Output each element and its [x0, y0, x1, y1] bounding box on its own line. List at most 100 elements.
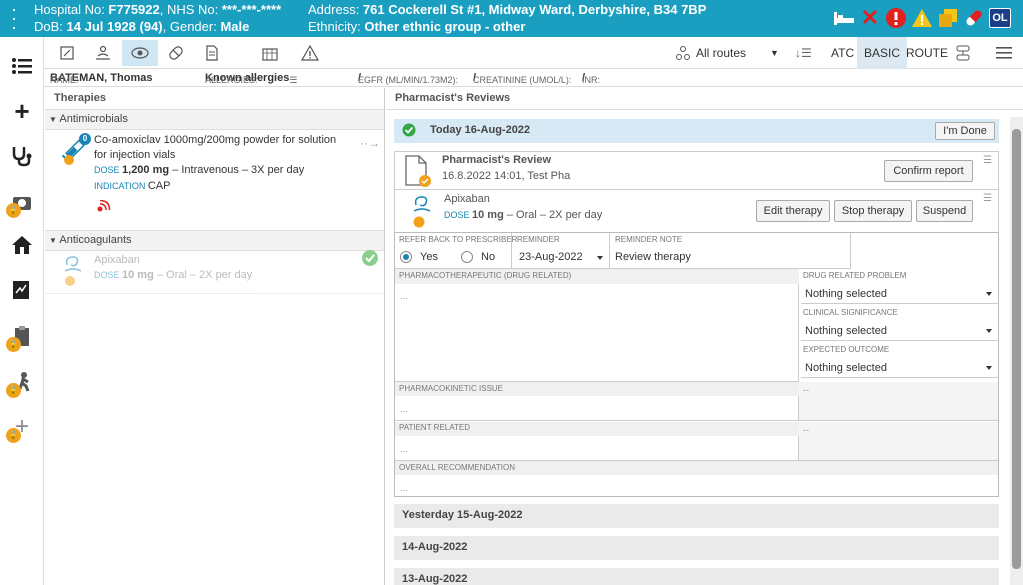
- camera-locked-icon[interactable]: 🔒: [6, 190, 34, 218]
- reminder-select[interactable]: 23-Aug-2022: [519, 251, 583, 263]
- lock-icon: 🔒: [6, 337, 21, 352]
- exp-value: Nothing selected: [805, 362, 887, 374]
- group-antimicrobials[interactable]: ▼ Antimicrobials: [45, 110, 384, 130]
- overall-label: OVERALL RECOMMENDATION: [399, 463, 516, 472]
- arrow-right-icon[interactable]: ··→: [360, 136, 380, 150]
- ethnicity-label: Ethnicity:: [308, 19, 365, 34]
- alert-triangle-icon[interactable]: [911, 7, 933, 29]
- allergies-label: ALLERGIES:: [205, 75, 258, 85]
- activity-locked-icon[interactable]: 🔒: [6, 370, 34, 398]
- basic-button[interactable]: BASIC: [857, 37, 908, 69]
- alert-icons: ✕ OL: [833, 5, 1011, 30]
- day-header-14-aug[interactable]: 14-Aug-2022: [394, 536, 999, 560]
- dose-value: 1,200 mg: [122, 164, 170, 176]
- warning-circle-icon[interactable]: [885, 7, 907, 29]
- drug-row: Apixaban DOSE 10 mg – Oral – 2X per day …: [394, 189, 999, 233]
- reminder-label: REMINDER: [517, 235, 560, 244]
- bed-icon[interactable]: [833, 7, 855, 29]
- name-field: NAME: BATEMAN, Thomas: [50, 72, 152, 85]
- ethnicity: Other ethnic group - other: [364, 19, 526, 34]
- pk-input[interactable]: ...: [400, 404, 408, 414]
- med-dose-line: DOSE 1,200 mg – Intravenous – 3X per day: [94, 163, 304, 178]
- pharmaco-cell: [395, 269, 799, 382]
- eye-icon[interactable]: [122, 40, 158, 66]
- pill-outline-icon[interactable]: [158, 40, 194, 66]
- clin-select[interactable]: Nothing selected: [801, 321, 998, 341]
- hamburger-menu-icon[interactable]: [996, 37, 1012, 69]
- med-indication-line: INDICATION CAP: [94, 179, 170, 194]
- refer-yes-radio[interactable]: [400, 251, 412, 263]
- egfr-field: EGFR (ML/MIN/1.73M2): /: [358, 72, 458, 85]
- atc-button[interactable]: ATC: [831, 37, 854, 69]
- drp-value: Nothing selected: [805, 288, 887, 300]
- exp-select[interactable]: Nothing selected: [801, 358, 998, 378]
- day-header-13-aug[interactable]: 13-Aug-2022: [394, 568, 999, 585]
- no-resuscitate-icon[interactable]: ✕: [859, 5, 881, 30]
- add-locked-icon[interactable]: + 🔒: [6, 413, 34, 443]
- user-avatar[interactable]: OL: [989, 8, 1011, 28]
- day-header-yesterday[interactable]: Yesterday 15-Aug-2022: [394, 504, 999, 528]
- document-check-icon: [405, 155, 431, 190]
- warning-outline-icon[interactable]: [292, 40, 328, 66]
- pr-side: --: [803, 425, 809, 435]
- address-label: Address:: [308, 2, 363, 17]
- sort-icon[interactable]: ↓☰: [795, 37, 812, 69]
- menu-icon[interactable]: ☰: [983, 193, 992, 204]
- check-circle-icon: [361, 249, 379, 270]
- scrollbar-thumb[interactable]: [1012, 129, 1021, 569]
- clipboard-locked-icon[interactable]: 🔒: [6, 324, 34, 352]
- day-header-today[interactable]: Today 16-Aug-2022: [394, 119, 999, 143]
- pr-input[interactable]: ...: [400, 444, 408, 454]
- review-title: Pharmacist's Review: [442, 154, 552, 166]
- signature-icon[interactable]: [10, 278, 34, 302]
- allergies-field[interactable]: ALLERGIES: Known allergies ☰: [205, 72, 297, 85]
- therapy-apixaban[interactable]: Apixaban DOSE 10 mg – Oral – 2X per day: [45, 251, 384, 294]
- route-button[interactable]: ROUTE: [906, 37, 948, 69]
- group-anticoagulants[interactable]: ▼ Anticoagulants: [45, 231, 384, 251]
- creatinine-label: CREATININE (UMOL/L):: [473, 75, 572, 85]
- dose-value: 10 mg: [122, 269, 154, 281]
- badge-count: 0: [79, 133, 91, 145]
- no-label: No: [481, 251, 496, 263]
- scrollbar[interactable]: [1010, 117, 1023, 585]
- stethoscope-icon[interactable]: [10, 144, 34, 168]
- pr-side-cell: [799, 422, 998, 461]
- list-icon[interactable]: [10, 54, 34, 78]
- caret-down-icon: ▼: [49, 115, 57, 124]
- refer-no-radio[interactable]: [461, 251, 473, 263]
- drp-label: DRUG RELATED PROBLEM: [803, 271, 907, 280]
- add-icon[interactable]: +: [10, 96, 34, 126]
- check-circle-icon: [402, 123, 416, 140]
- suspend-button[interactable]: Suspend: [916, 200, 973, 222]
- pharmaco-input[interactable]: ...: [400, 291, 408, 301]
- menu-dots-icon[interactable]: · · ·: [10, 0, 18, 36]
- im-done-button[interactable]: I'm Done: [935, 122, 995, 140]
- nhs-no: ***-***-****: [221, 2, 282, 17]
- home-icon[interactable]: [10, 233, 34, 257]
- administration-icon[interactable]: [85, 40, 121, 66]
- menu-icon[interactable]: ☰: [983, 155, 992, 166]
- routes-filter[interactable]: All routes ▼: [676, 37, 779, 69]
- document-icon[interactable]: [194, 40, 230, 66]
- notes-icon[interactable]: [937, 7, 959, 29]
- group-label: Anticoagulants: [59, 234, 132, 246]
- note-input[interactable]: Review therapy: [615, 251, 691, 263]
- lock-icon: 🔒: [6, 428, 21, 443]
- overall-input[interactable]: ...: [400, 483, 408, 493]
- stop-therapy-button[interactable]: Stop therapy: [834, 200, 912, 222]
- confirm-report-button[interactable]: Confirm report: [884, 160, 973, 182]
- lock-icon: 🔒: [6, 203, 21, 218]
- group-label: Antimicrobials: [59, 113, 128, 125]
- pill-icon[interactable]: [963, 7, 985, 29]
- therapy-co-amoxiclav[interactable]: 0 Co-amoxiclav 1000mg/200mg powder for s…: [45, 130, 384, 231]
- group-icon[interactable]: [956, 37, 970, 69]
- gender-label: , Gender:: [162, 19, 221, 34]
- drp-select[interactable]: Nothing selected: [801, 284, 998, 304]
- dose-label: DOSE: [94, 270, 123, 280]
- calendar-grid-icon[interactable]: [252, 40, 288, 66]
- edit-therapy-button[interactable]: Edit therapy: [756, 200, 830, 222]
- prescription-icon[interactable]: [49, 40, 85, 66]
- routes-icon: [676, 46, 690, 60]
- list-small-icon: ☰: [289, 75, 298, 85]
- indication-label: INDICATION: [94, 181, 148, 191]
